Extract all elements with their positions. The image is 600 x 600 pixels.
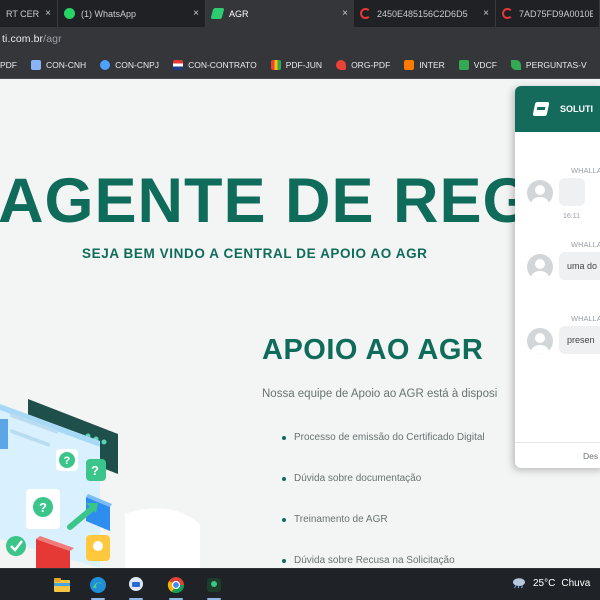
avatar [527,180,553,206]
apoio-description: Nossa equipe de Apoio ao AGR está à disp… [262,388,498,400]
hero-title: AGENTE DE REGIS [0,166,595,236]
bookmark-perguntas[interactable]: PERGUNTAS-V [510,59,587,70]
support-illustration: ? ? ? [0,399,200,568]
apoio-list: Processo de emissão do Certificado Digit… [282,432,485,568]
bookmark-label: ORG-PDF [351,59,391,70]
bookmark-label: PERGUNTAS-V [525,59,587,70]
list-item-text: Dúvida sobre Recusa na Solicitação [294,555,455,566]
windows-taskbar: 25°C Chuva [0,568,600,600]
weather-temperature: 25°C [533,577,556,589]
soluti-logo-icon [532,102,550,116]
list-item: Dúvida sobre documentação [282,473,485,514]
bullet-icon [282,477,286,481]
bookmark-con-cnh[interactable]: CON-CNH [31,59,87,70]
chat-app-icon[interactable] [127,576,145,594]
dark-app-icon[interactable] [205,576,223,594]
leaf-icon [510,59,521,70]
url-path: /agr [43,33,62,45]
green-square-icon [458,59,469,70]
inter-logo-icon [404,59,415,70]
chrome-icon[interactable] [167,576,185,594]
bookmark-label: VDCF [473,59,497,70]
weather-condition: Chuva [561,577,591,589]
address-bar[interactable]: ti.com.br/agr [0,27,600,51]
bookmark-label: PDF [0,59,17,70]
svg-text:?: ? [64,455,71,467]
message-sender: WHALLAS [571,240,600,249]
heart-icon [336,59,347,70]
avatar [527,254,553,280]
tab-label: AGR [229,8,249,19]
url-text[interactable]: ti.com.br/agr [2,33,62,45]
message-time: 16:11 [563,213,580,220]
rain-cloud-icon [513,578,525,589]
bookmark-con-contrato[interactable]: CON-CONTRATO [173,59,257,70]
svg-text:?: ? [39,500,47,515]
bullet-icon [282,518,286,522]
browser-tab-strip: RT CERTI × (1) WhatsApp × AGR × 2450E485… [0,0,600,27]
tab-cert[interactable]: RT CERTI × [0,0,58,27]
bullet-icon [282,559,286,563]
hero-subtitle: SEJA BEM VINDO A CENTRAL DE APOIO AO AGR [82,246,428,261]
list-item: Processo de emissão do Certificado Digit… [282,432,485,473]
bookmarks-bar: PDF CON-CNH CON-CNPJ CON-CONTRATO PDF-JU… [0,51,600,79]
tab-document-1[interactable]: 2450E485156C2D6D5 × [354,0,496,27]
chat-header[interactable]: SOLUTI [515,86,600,132]
red-spinner-icon [360,8,371,19]
message-sender: WHALLAS [571,166,600,175]
chat-widget[interactable]: SOLUTI WHALLAS 16:11 WHALLAS uma do WHAL… [515,86,600,468]
flag-icon [173,59,184,70]
svg-text:?: ? [91,463,99,478]
bookmark-label: CON-CONTRATO [188,59,257,70]
file-explorer-icon[interactable] [53,576,71,594]
bookmark-label: PDF-JUN [285,59,323,70]
close-icon[interactable]: × [483,8,489,19]
page-content: AGENTE DE REGIS SEJA BEM VINDO A CENTRAL… [0,79,600,568]
bookmark-pdf[interactable]: PDF [0,60,17,70]
bookmark-con-cnpj[interactable]: CON-CNPJ [100,59,160,70]
bookmark-label: CON-CNH [46,59,87,70]
tab-agr[interactable]: AGR × [206,0,354,27]
weather-widget[interactable]: 25°C Chuva [510,577,590,589]
tab-label: 2450E485156C2D6D5 [377,8,468,19]
bookmark-label: INTER [419,59,445,70]
list-item-text: Processo de emissão do Certificado Digit… [294,432,485,443]
bullet-icon [282,436,286,440]
tab-label: 7AD75FD9A0010E6 [519,8,593,19]
message-bubble: uma do [559,252,600,280]
bookmark-org-pdf[interactable]: ORG-PDF [336,59,391,70]
list-item: Treinamento de AGR [282,514,485,555]
bookmark-vdcf[interactable]: VDCF [458,59,497,70]
colorful-grid-icon [270,59,281,70]
message-bubble: presen [559,326,600,354]
bookmark-label: CON-CNPJ [115,59,160,70]
list-item: Dúvida sobre Recusa na Solicitação [282,555,485,568]
edge-browser-icon[interactable] [89,576,107,594]
chat-footer[interactable]: Des [515,442,600,468]
agr-icon [210,8,225,19]
list-item-text: Treinamento de AGR [294,514,388,525]
close-icon[interactable]: × [342,8,348,19]
chat-title: SOLUTI [560,104,593,114]
whatsapp-icon [64,8,75,19]
close-icon[interactable]: × [193,8,199,19]
tab-document-2[interactable]: 7AD75FD9A0010E6 [496,0,600,27]
tab-label: (1) WhatsApp [81,8,137,19]
url-host: ti.com.br [2,33,44,45]
bird-icon [100,59,111,70]
avatar [527,328,553,354]
close-icon[interactable]: × [45,8,51,19]
id-card-icon [31,59,41,70]
bookmark-pdf-jun[interactable]: PDF-JUN [270,59,323,70]
tab-whatsapp[interactable]: (1) WhatsApp × [58,0,206,27]
red-spinner-icon [502,8,513,19]
apoio-title: APOIO AO AGR [262,334,484,366]
list-item-text: Dúvida sobre documentação [294,473,422,484]
bookmark-inter[interactable]: INTER [404,59,445,70]
tab-label: RT CERTI [6,8,40,19]
message-bubble [559,178,585,206]
message-sender: WHALLAS [571,314,600,323]
